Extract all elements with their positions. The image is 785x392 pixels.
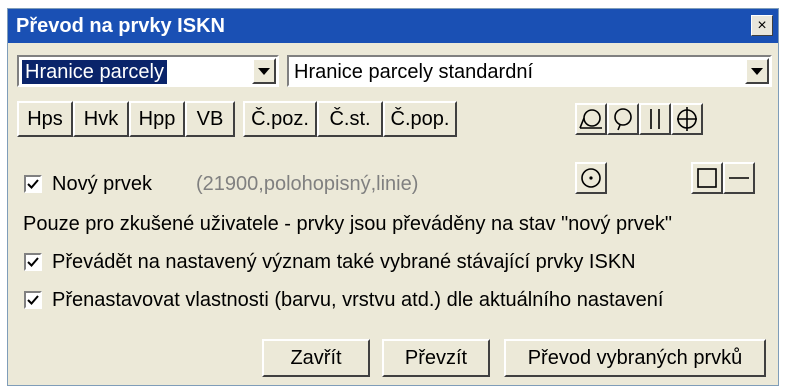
reset-properties-label: Přenastavovat vlastnosti (barvu, vrstvu … bbox=[52, 289, 664, 311]
checkmark-icon bbox=[27, 295, 39, 305]
reset-properties-checkbox[interactable] bbox=[24, 291, 42, 309]
convert-selected-button[interactable]: Převod vybraných prvků bbox=[504, 339, 766, 377]
element-style-value: Hranice parcely standardní bbox=[294, 61, 534, 83]
circle-tail-right-icon[interactable] bbox=[607, 103, 639, 135]
circle-vertical-line-icon[interactable] bbox=[671, 103, 703, 135]
hpp-button[interactable]: Hpp bbox=[129, 101, 185, 137]
element-type-select[interactable]: Hranice parcely bbox=[17, 55, 279, 87]
title-bar[interactable]: Převod na prvky ISKN × bbox=[8, 9, 778, 43]
vb-button[interactable]: VB bbox=[185, 101, 235, 137]
hps-button[interactable]: Hps bbox=[17, 101, 73, 137]
window-title: Převod na prvky ISKN bbox=[16, 15, 225, 37]
convert-existing-checkbox[interactable] bbox=[24, 253, 42, 271]
building-number-button[interactable]: Č.st. bbox=[317, 101, 383, 137]
house-number-button[interactable]: Č.pop. bbox=[383, 101, 457, 137]
close-button[interactable]: Zavřít bbox=[262, 339, 370, 377]
parcel-number-button[interactable]: Č.poz. bbox=[243, 101, 317, 137]
new-element-checkbox[interactable] bbox=[24, 175, 42, 193]
experienced-users-notice: Pouze pro zkušené uživatele - prvky jsou… bbox=[23, 213, 672, 235]
element-style-select[interactable]: Hranice parcely standardní bbox=[287, 55, 772, 87]
checkmark-icon bbox=[27, 257, 39, 267]
dialog-window: Převod na prvky ISKN × Hranice parcely H… bbox=[7, 8, 779, 386]
take-over-button[interactable]: Převzít bbox=[382, 339, 490, 377]
checkmark-icon bbox=[27, 179, 39, 189]
convert-existing-label: Převádět na nastavený význam také vybran… bbox=[52, 251, 636, 273]
close-window-button[interactable]: × bbox=[751, 15, 773, 36]
square-icon[interactable] bbox=[691, 162, 723, 194]
circle-tail-left-icon[interactable] bbox=[575, 103, 607, 135]
new-element-info: (21900,polohopisný,linie) bbox=[196, 173, 419, 195]
new-element-label: Nový prvek bbox=[52, 173, 153, 195]
double-vertical-lines-icon[interactable] bbox=[639, 103, 671, 135]
chevron-down-icon[interactable] bbox=[745, 58, 769, 84]
circle-dot-icon[interactable] bbox=[575, 162, 607, 194]
element-type-value: Hranice parcely bbox=[22, 60, 167, 84]
horizontal-line-icon[interactable] bbox=[723, 162, 755, 194]
hvk-button[interactable]: Hvk bbox=[73, 101, 129, 137]
chevron-down-icon[interactable] bbox=[252, 58, 276, 84]
